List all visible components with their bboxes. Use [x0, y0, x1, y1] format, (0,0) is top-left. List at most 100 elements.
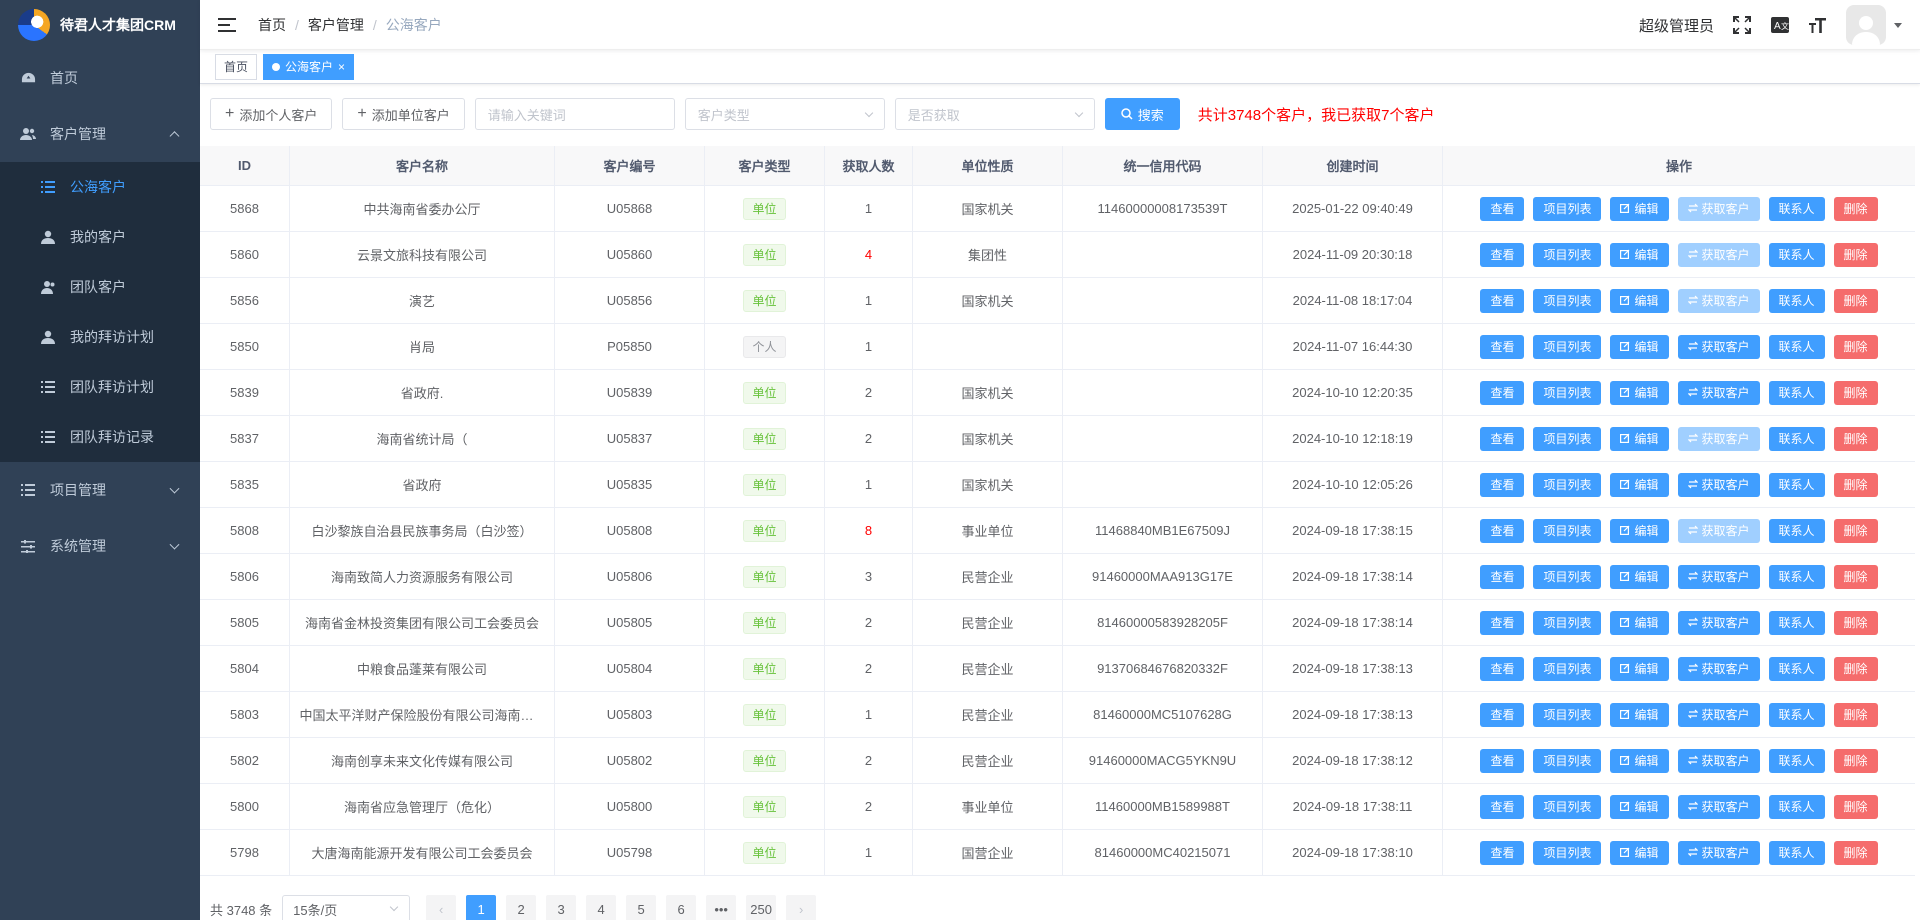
page-number-button[interactable]: 250	[746, 895, 777, 920]
sidebar-item-team-customers[interactable]: 团队客户	[0, 262, 200, 312]
sidebar-item-my-visit-plan[interactable]: 我的拜访计划	[0, 312, 200, 362]
view-button[interactable]: 查看	[1480, 748, 1525, 773]
edit-button[interactable]: 编辑	[1610, 380, 1669, 405]
project-list-button[interactable]: 项目列表	[1533, 472, 1602, 497]
sidebar-item-public-customers[interactable]: 公海客户	[0, 162, 200, 212]
obtain-customer-button[interactable]: 获取客户	[1677, 794, 1760, 819]
project-list-button[interactable]: 项目列表	[1533, 564, 1602, 589]
logo[interactable]: 待君人才集团CRM	[0, 0, 200, 50]
project-list-button[interactable]: 项目列表	[1533, 334, 1602, 359]
keyword-input[interactable]: 请输入关键词	[474, 98, 675, 130]
edit-button[interactable]: 编辑	[1610, 242, 1669, 267]
avatar[interactable]	[1846, 5, 1886, 45]
delete-button[interactable]: 删除	[1833, 288, 1878, 313]
edit-button[interactable]: 编辑	[1610, 702, 1669, 727]
contacts-button[interactable]: 联系人	[1768, 518, 1825, 543]
contacts-button[interactable]: 联系人	[1768, 564, 1825, 589]
project-list-button[interactable]: 项目列表	[1533, 426, 1602, 451]
view-button[interactable]: 查看	[1480, 610, 1525, 635]
obtain-customer-button[interactable]: 获取客户	[1677, 840, 1760, 865]
project-list-button[interactable]: 项目列表	[1533, 656, 1602, 681]
sidebar-item-team-visit-records[interactable]: 团队拜访记录	[0, 412, 200, 462]
obtain-customer-button[interactable]: 获取客户	[1677, 380, 1760, 405]
delete-button[interactable]: 删除	[1833, 656, 1878, 681]
edit-button[interactable]: 编辑	[1610, 288, 1669, 313]
contacts-button[interactable]: 联系人	[1768, 610, 1825, 635]
sidebar-item-customer-management[interactable]: 客户管理	[0, 106, 200, 162]
edit-button[interactable]: 编辑	[1610, 748, 1669, 773]
obtain-customer-button[interactable]: 获取客户	[1677, 426, 1760, 451]
add-person-customer-button[interactable]: + 添加个人客户	[210, 98, 333, 130]
obtain-customer-button[interactable]: 获取客户	[1677, 288, 1760, 313]
obtain-customer-button[interactable]: 获取客户	[1677, 334, 1760, 359]
search-button[interactable]: 搜索	[1104, 98, 1180, 130]
edit-button[interactable]: 编辑	[1610, 840, 1669, 865]
page-number-button[interactable]: 2	[506, 895, 537, 920]
sidebar-item-project-management[interactable]: 项目管理	[0, 462, 200, 518]
view-button[interactable]: 查看	[1480, 426, 1525, 451]
delete-button[interactable]: 删除	[1833, 380, 1878, 405]
view-button[interactable]: 查看	[1480, 656, 1525, 681]
edit-button[interactable]: 编辑	[1610, 610, 1669, 635]
customer-type-select[interactable]: 客户类型	[684, 98, 885, 130]
page-number-button[interactable]: 6	[666, 895, 697, 920]
delete-button[interactable]: 删除	[1833, 702, 1878, 727]
edit-button[interactable]: 编辑	[1610, 656, 1669, 681]
page-number-button[interactable]: 3	[546, 895, 577, 920]
project-list-button[interactable]: 项目列表	[1533, 518, 1602, 543]
delete-button[interactable]: 删除	[1833, 196, 1878, 221]
edit-button[interactable]: 编辑	[1610, 334, 1669, 359]
more-pages-button[interactable]: •••	[706, 895, 737, 920]
obtain-customer-button[interactable]: 获取客户	[1677, 748, 1760, 773]
project-list-button[interactable]: 项目列表	[1533, 794, 1602, 819]
contacts-button[interactable]: 联系人	[1768, 840, 1825, 865]
delete-button[interactable]: 删除	[1833, 748, 1878, 773]
obtained-select[interactable]: 是否获取	[894, 98, 1095, 130]
view-button[interactable]: 查看	[1480, 334, 1525, 359]
contacts-button[interactable]: 联系人	[1768, 426, 1825, 451]
sidebar-item-team-visit-plan[interactable]: 团队拜访计划	[0, 362, 200, 412]
delete-button[interactable]: 删除	[1833, 794, 1878, 819]
contacts-button[interactable]: 联系人	[1768, 242, 1825, 267]
edit-button[interactable]: 编辑	[1610, 564, 1669, 589]
edit-button[interactable]: 编辑	[1610, 196, 1669, 221]
contacts-button[interactable]: 联系人	[1768, 472, 1825, 497]
view-button[interactable]: 查看	[1480, 840, 1525, 865]
next-page-button[interactable]: ›	[786, 895, 817, 920]
sidebar-item-home[interactable]: 首页	[0, 50, 200, 106]
font-size-icon[interactable]	[1808, 15, 1828, 35]
project-list-button[interactable]: 项目列表	[1533, 748, 1602, 773]
edit-button[interactable]: 编辑	[1610, 472, 1669, 497]
obtain-customer-button[interactable]: 获取客户	[1677, 518, 1760, 543]
delete-button[interactable]: 删除	[1833, 518, 1878, 543]
project-list-button[interactable]: 项目列表	[1533, 840, 1602, 865]
breadcrumb-home[interactable]: 首页	[258, 15, 286, 35]
delete-button[interactable]: 删除	[1833, 610, 1878, 635]
obtain-customer-button[interactable]: 获取客户	[1677, 656, 1760, 681]
page-number-button[interactable]: 4	[586, 895, 617, 920]
page-number-button[interactable]: 1	[466, 895, 497, 920]
view-button[interactable]: 查看	[1480, 794, 1525, 819]
contacts-button[interactable]: 联系人	[1768, 794, 1825, 819]
obtain-customer-button[interactable]: 获取客户	[1677, 610, 1760, 635]
contacts-button[interactable]: 联系人	[1768, 748, 1825, 773]
sidebar-item-my-customers[interactable]: 我的客户	[0, 212, 200, 262]
delete-button[interactable]: 删除	[1833, 840, 1878, 865]
edit-button[interactable]: 编辑	[1610, 518, 1669, 543]
project-list-button[interactable]: 项目列表	[1533, 288, 1602, 313]
project-list-button[interactable]: 项目列表	[1533, 242, 1602, 267]
view-button[interactable]: 查看	[1480, 472, 1525, 497]
view-button[interactable]: 查看	[1480, 518, 1525, 543]
obtain-customer-button[interactable]: 获取客户	[1677, 242, 1760, 267]
sidebar-item-system-management[interactable]: 系统管理	[0, 518, 200, 574]
view-button[interactable]: 查看	[1480, 196, 1525, 221]
page-number-button[interactable]: 5	[626, 895, 657, 920]
view-button[interactable]: 查看	[1480, 380, 1525, 405]
delete-button[interactable]: 删除	[1833, 334, 1878, 359]
obtain-customer-button[interactable]: 获取客户	[1677, 472, 1760, 497]
obtain-customer-button[interactable]: 获取客户	[1677, 564, 1760, 589]
obtain-customer-button[interactable]: 获取客户	[1677, 196, 1760, 221]
project-list-button[interactable]: 项目列表	[1533, 196, 1602, 221]
breadcrumb-customer-management[interactable]: 客户管理	[308, 15, 364, 35]
delete-button[interactable]: 删除	[1833, 242, 1878, 267]
